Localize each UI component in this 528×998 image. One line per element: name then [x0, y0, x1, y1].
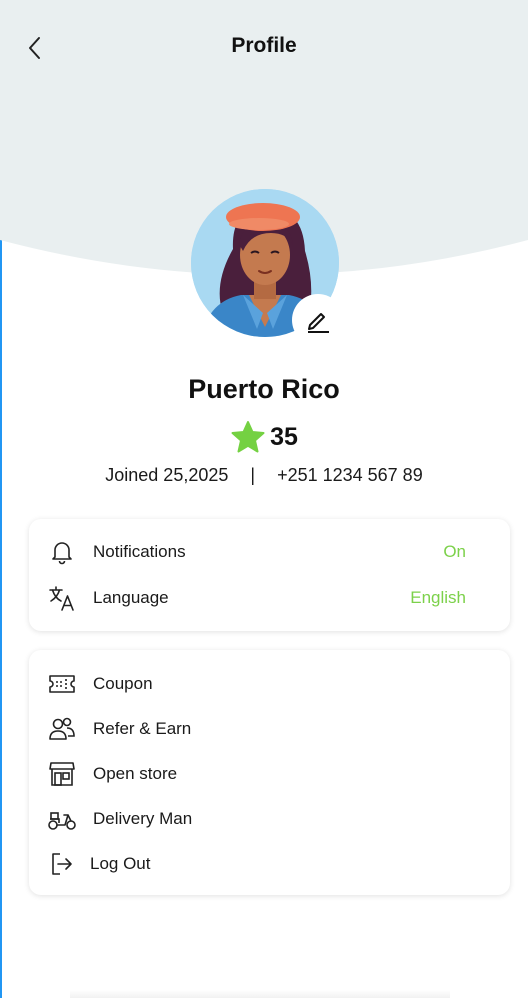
star-icon	[231, 421, 265, 453]
notifications-value[interactable]: On	[443, 542, 466, 562]
menu-item-log-out[interactable]: Log Out	[29, 844, 510, 884]
open-store-label: Open store	[93, 764, 178, 783]
phone-number: +251 1234 567 89	[277, 465, 423, 485]
rating-value: 35	[270, 422, 298, 451]
menu-item-refer-earn[interactable]: Refer & Earn	[29, 709, 510, 749]
page-title: Profile	[231, 34, 297, 57]
menu-item-delivery-man[interactable]: Delivery Man	[29, 799, 510, 839]
menu-item-coupon[interactable]: Coupon	[29, 664, 510, 704]
store-icon	[47, 759, 77, 789]
language-label: Language	[93, 588, 169, 607]
bottom-strip	[70, 990, 450, 998]
bell-icon	[47, 537, 77, 567]
scooter-icon	[47, 804, 77, 834]
meta-separator: |	[250, 465, 256, 485]
edit-avatar-button[interactable]	[292, 294, 344, 346]
delivery-man-label: Delivery Man	[93, 809, 193, 828]
ticket-icon	[47, 669, 77, 699]
language-value[interactable]: English	[410, 588, 466, 608]
profile-meta: Joined 25,2025 | +251 1234 567 89	[0, 465, 528, 486]
menu-item-open-store[interactable]: Open store	[29, 754, 510, 794]
coupon-label: Coupon	[93, 674, 153, 693]
rating: 35	[0, 420, 528, 454]
joined-date: Joined 25,2025	[105, 465, 229, 485]
notifications-label: Notifications	[93, 542, 186, 561]
pencil-icon	[308, 313, 329, 333]
menu-card: Coupon Refer & Earn Open store Delivery …	[29, 650, 510, 895]
refer-earn-label: Refer & Earn	[93, 719, 192, 738]
language-row[interactable]: Language English	[29, 578, 510, 618]
settings-card: Notifications On Language English	[29, 519, 510, 631]
translate-icon	[47, 583, 77, 613]
log-out-label: Log Out	[90, 854, 151, 873]
top-bar: Profile	[0, 0, 528, 96]
user-name: Puerto Rico	[188, 374, 340, 404]
users-icon	[47, 714, 77, 744]
notifications-row[interactable]: Notifications On	[29, 532, 510, 572]
logout-icon	[47, 849, 77, 879]
